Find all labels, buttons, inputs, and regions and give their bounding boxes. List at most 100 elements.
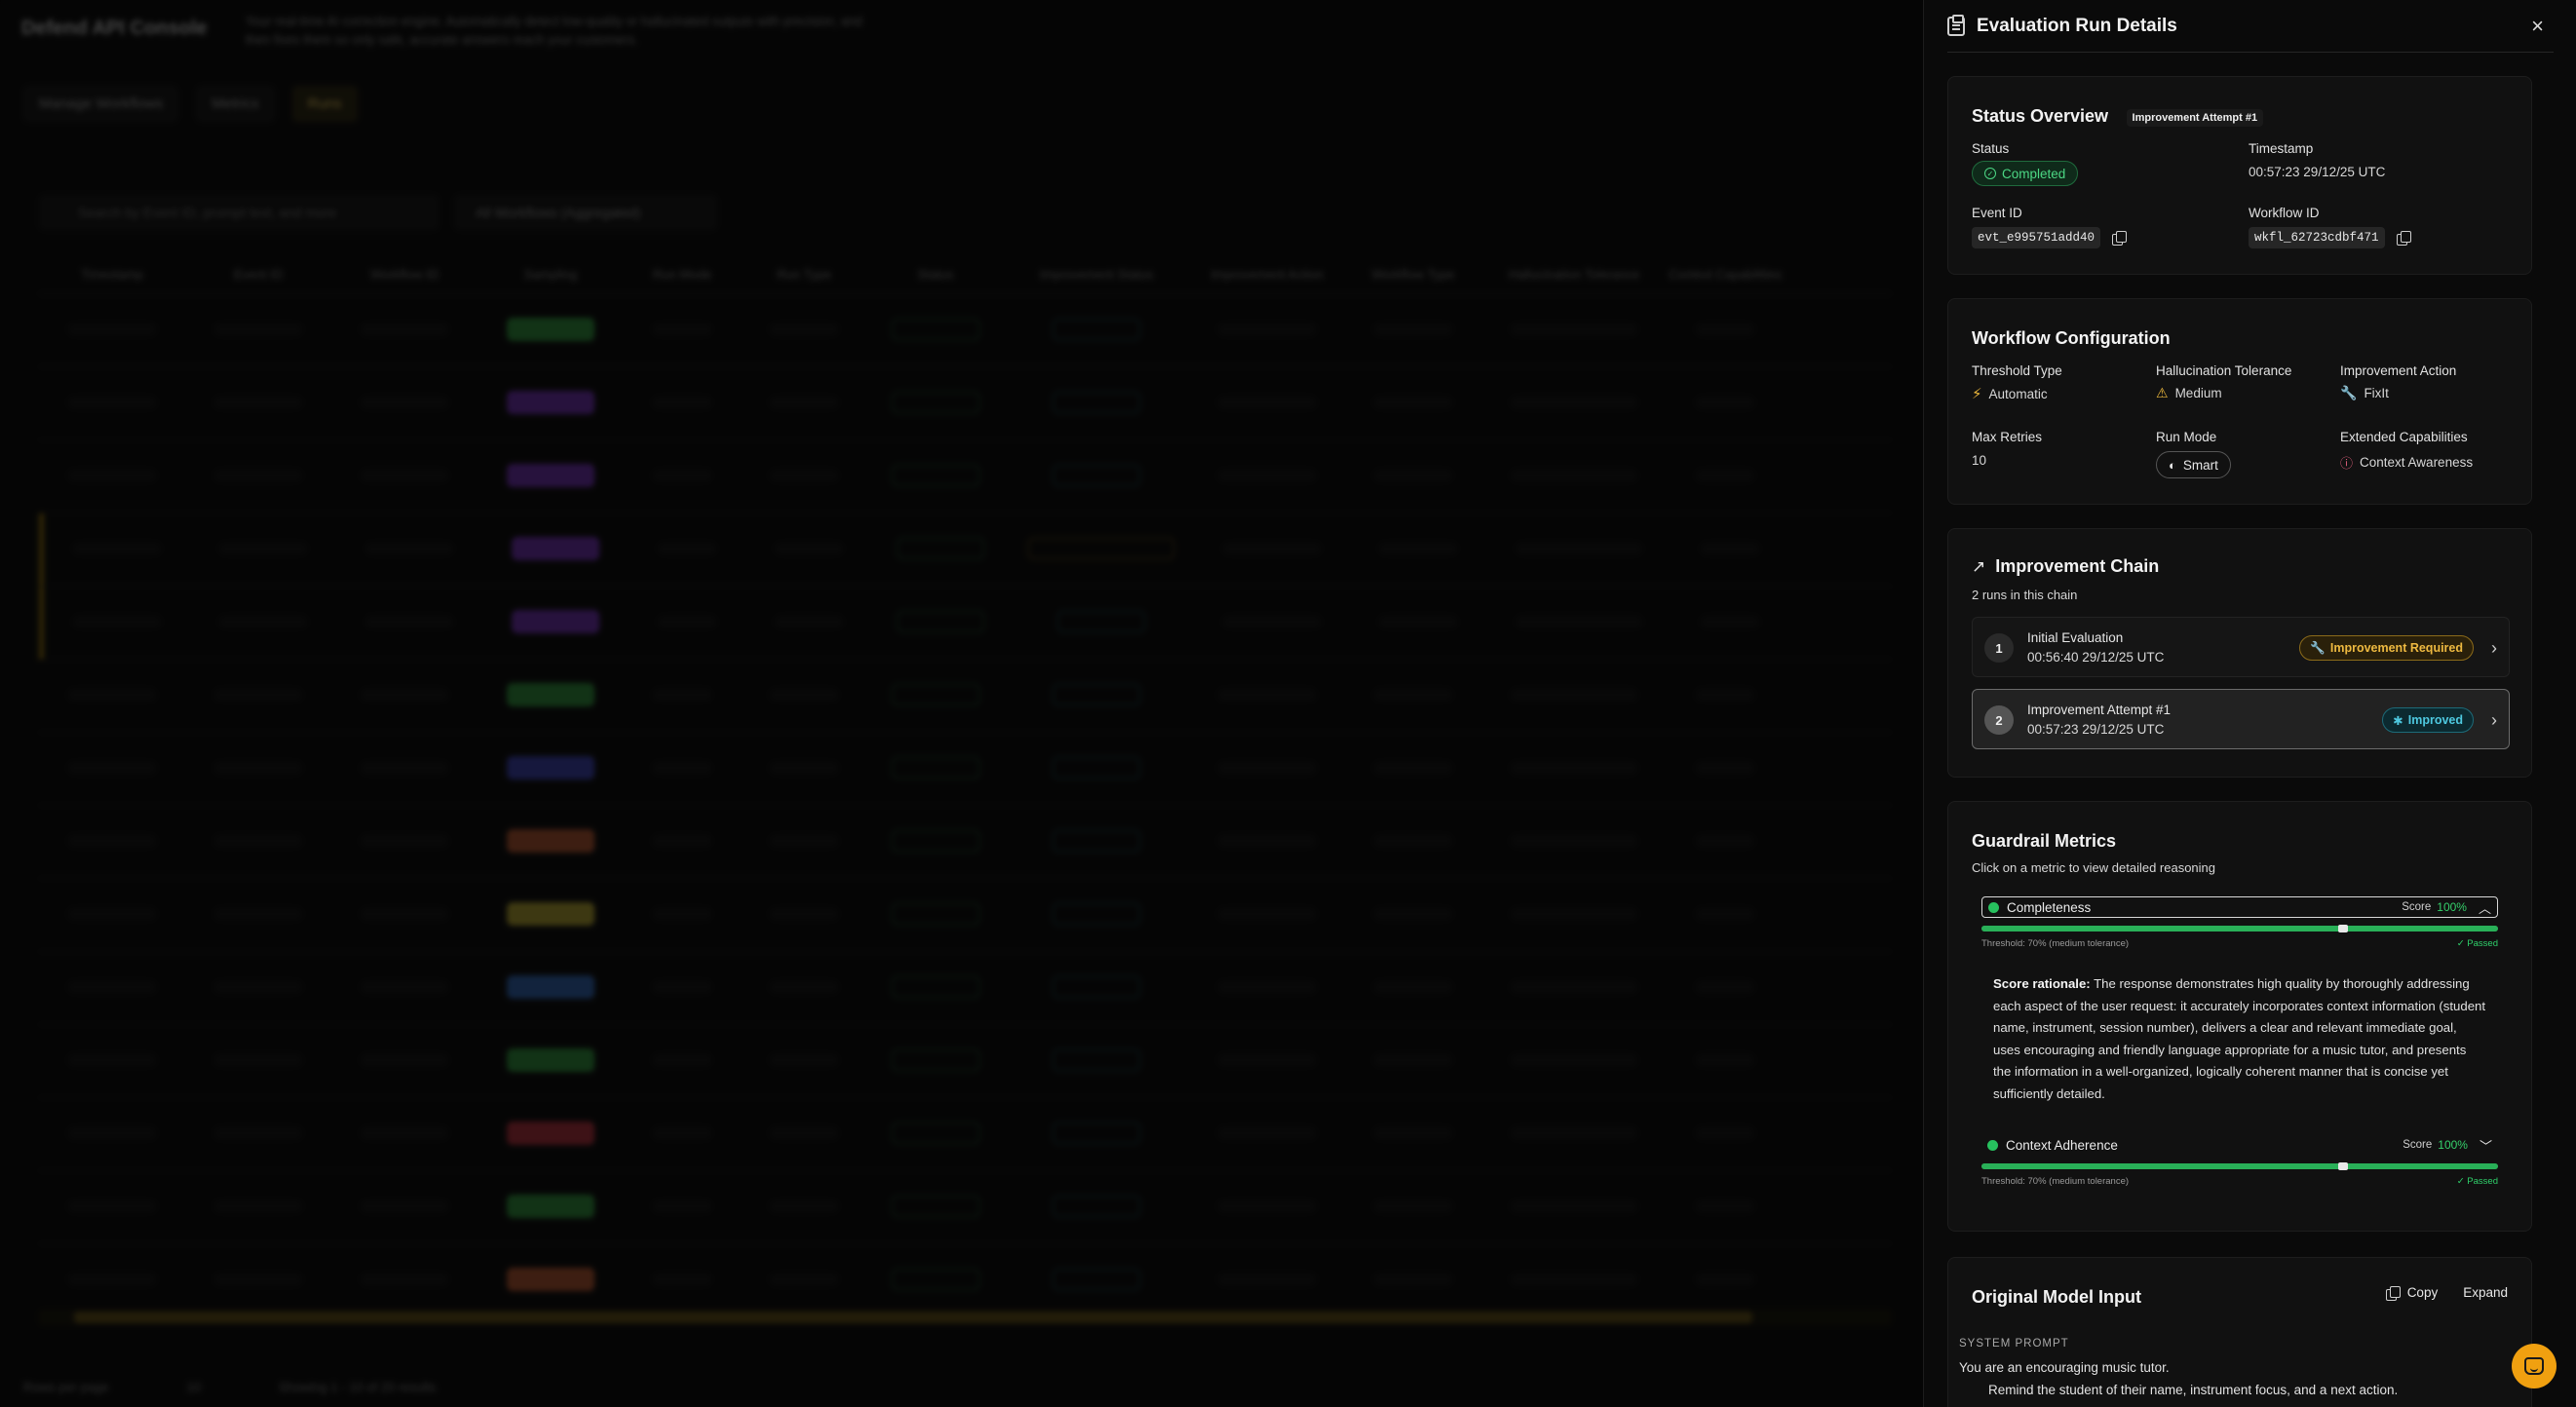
chain-step-number: 1 — [1984, 633, 2014, 663]
guardrail-metrics-subtitle: Click on a metric to view detailed reaso… — [1972, 860, 2216, 875]
metric-completeness-header[interactable]: Completeness Score 100% ︿ — [1981, 896, 2498, 918]
improvement-chain-card: ↗ Improvement Chain 2 runs in this chain… — [1947, 528, 2532, 778]
threshold-marker — [2338, 925, 2348, 932]
metric-score: 100% — [2438, 1138, 2468, 1152]
guardrail-metrics-title: Guardrail Metrics — [1972, 831, 2117, 851]
chain-step-number: 2 — [1984, 705, 2014, 735]
passed-label: ✓ Passed — [2456, 938, 2498, 949]
metric-name: Completeness — [2007, 899, 2092, 915]
chain-item-improvement-attempt[interactable]: 2 Improvement Attempt #1 00:57:23 29/12/… — [1972, 689, 2510, 749]
score-label: Score — [2402, 901, 2432, 913]
status-overview-title: Status Overview — [1972, 106, 2109, 126]
chain-item-time: 00:56:40 29/12/25 UTC — [2027, 650, 2165, 665]
score-label: Score — [2403, 1139, 2433, 1151]
guardrail-metrics-card: Guardrail Metrics Click on a metric to v… — [1947, 801, 2532, 1232]
wrench-icon: 🔧 — [2310, 640, 2326, 655]
clipboard-icon — [1947, 14, 1965, 36]
metric-score-bar — [1981, 925, 2498, 932]
improvement-chain-subtitle: 2 runs in this chain — [1972, 588, 2078, 602]
run-mode-chip: ◐ Smart — [2156, 451, 2231, 478]
metric-score: 100% — [2437, 900, 2467, 914]
close-button[interactable]: × — [2531, 16, 2544, 37]
threshold-type-label: Threshold Type — [1972, 363, 2062, 378]
status-overview-heading: Status Overview Improvement Attempt #1 — [1972, 106, 2264, 127]
metric-context-adherence-header[interactable]: Context Adherence Score 100% ﹀ — [1981, 1134, 2498, 1156]
support-chat-button[interactable] — [2512, 1344, 2557, 1388]
improvement-action-value: FixIt — [2364, 386, 2389, 400]
threshold-text: Threshold: 70% (medium tolerance) — [1981, 1176, 2130, 1187]
panel-header: Evaluation Run Details × — [1947, 0, 2554, 53]
workflow-configuration-card: Workflow Configuration Threshold Type ⚡ … — [1947, 298, 2532, 505]
trending-up-icon: ↗ — [1972, 556, 1986, 576]
app-window: Defend API Console Your real-time AI cor… — [0, 0, 2576, 1407]
threshold-type-value: Automatic — [1988, 386, 2048, 401]
chevron-right-icon: › — [2491, 710, 2497, 730]
improvement-chain-heading: ↗ Improvement Chain — [1972, 556, 2159, 577]
modal-backdrop[interactable] — [0, 0, 1923, 1407]
copy-button-label: Copy — [2406, 1285, 2439, 1300]
chain-badge-label: Improved — [2407, 713, 2463, 727]
status-label: Status — [1972, 141, 2010, 156]
extended-capabilities-label: Extended Capabilities — [2340, 430, 2468, 444]
status-dot — [1987, 1139, 1998, 1151]
improvement-required-badge: 🔧 Improvement Required — [2299, 635, 2474, 661]
status-badge: ✓ Completed — [1972, 161, 2079, 186]
status-value: Completed — [2002, 166, 2066, 181]
hallucination-tolerance-value: Medium — [2174, 386, 2222, 400]
expand-button[interactable]: Expand — [2463, 1285, 2508, 1300]
chain-badge-label: Improvement Required — [2329, 641, 2463, 655]
copy-button[interactable]: Copy — [2385, 1285, 2439, 1301]
chain-item-title: Initial Evaluation — [2027, 630, 2124, 645]
chevron-down-icon: ﹀ — [2479, 1138, 2492, 1154]
chevron-up-icon: ︿ — [2478, 900, 2491, 916]
chain-item-title: Improvement Attempt #1 — [2027, 703, 2172, 717]
improvement-chain-title: Improvement Chain — [1995, 556, 2160, 576]
chain-item-initial-evaluation[interactable]: 1 Initial Evaluation 00:56:40 29/12/25 U… — [1972, 617, 2510, 677]
lightning-icon: ⚡ — [1972, 386, 1982, 402]
original-input-title: Original Model Input — [1972, 1287, 2141, 1307]
score-rationale: Score rationale: The response demonstrat… — [1993, 973, 2486, 1106]
info-circle-icon: ⓘ — [2340, 456, 2354, 471]
original-input-actions: Copy Expand — [2385, 1285, 2508, 1301]
chain-item-time: 00:57:23 29/12/25 UTC — [2027, 722, 2165, 737]
status-dot — [1988, 901, 1999, 913]
event-id-value: evt_e995751add40 — [1972, 227, 2101, 248]
metric-name: Context Adherence — [2006, 1137, 2118, 1153]
threshold-marker — [2338, 1162, 2348, 1170]
workflow-id-label: Workflow ID — [2249, 206, 2320, 220]
warning-triangle-icon: ⚠ — [2156, 385, 2169, 400]
evaluation-run-details-panel: Evaluation Run Details × Status Overview… — [1923, 0, 2576, 1407]
max-retries-value: 10 — [1972, 453, 1987, 468]
workflow-id-field: wkfl_62723cdbf471 — [2249, 227, 2411, 248]
passed-label: ✓ Passed — [2456, 1176, 2498, 1187]
panel-title: Evaluation Run Details — [1977, 15, 2177, 36]
extended-capabilities-field: ⓘ Context Awareness — [2340, 453, 2473, 472]
threshold-type-field: ⚡ Automatic — [1972, 385, 2048, 402]
run-mode-label: Run Mode — [2156, 430, 2217, 444]
copy-workflow-id-icon[interactable] — [2396, 231, 2411, 246]
system-prompt-label: SYSTEM PROMPT — [1959, 1338, 2069, 1350]
event-id-label: Event ID — [1972, 206, 2022, 220]
metric-threshold-row: Threshold: 70% (medium tolerance) ✓ Pass… — [1981, 938, 2498, 949]
score-bar-fill — [1981, 1163, 2498, 1169]
timestamp-value: 00:57:23 29/12/25 UTC — [2249, 165, 2386, 179]
event-id-field: evt_e995751add40 — [1972, 227, 2128, 248]
improvement-action-label: Improvement Action — [2340, 363, 2457, 378]
wrench-icon: 🔧 — [2340, 385, 2358, 400]
max-retries-label: Max Retries — [1972, 430, 2043, 444]
hallucination-tolerance-label: Hallucination Tolerance — [2156, 363, 2292, 378]
metric-score-bar — [1981, 1162, 2498, 1170]
chat-icon — [2524, 1357, 2544, 1375]
run-mode-value: Smart — [2182, 457, 2218, 473]
rationale-label: Score rationale: — [1993, 976, 2091, 991]
threshold-text: Threshold: 70% (medium tolerance) — [1981, 938, 2130, 949]
score-bar-fill — [1981, 926, 2498, 932]
rationale-text: The response demonstrates high quality b… — [1993, 976, 2486, 1101]
copy-event-id-icon[interactable] — [2112, 231, 2128, 246]
hallucination-tolerance-field: ⚠ Medium — [2156, 385, 2222, 401]
check-circle-icon: ✓ — [1984, 168, 1996, 179]
chevron-right-icon: › — [2491, 638, 2497, 658]
sparkle-icon: ✱ — [2393, 713, 2403, 728]
attempt-tag: Improvement Attempt #1 — [2126, 108, 2264, 127]
improvement-action-field: 🔧 FixIt — [2340, 385, 2389, 401]
